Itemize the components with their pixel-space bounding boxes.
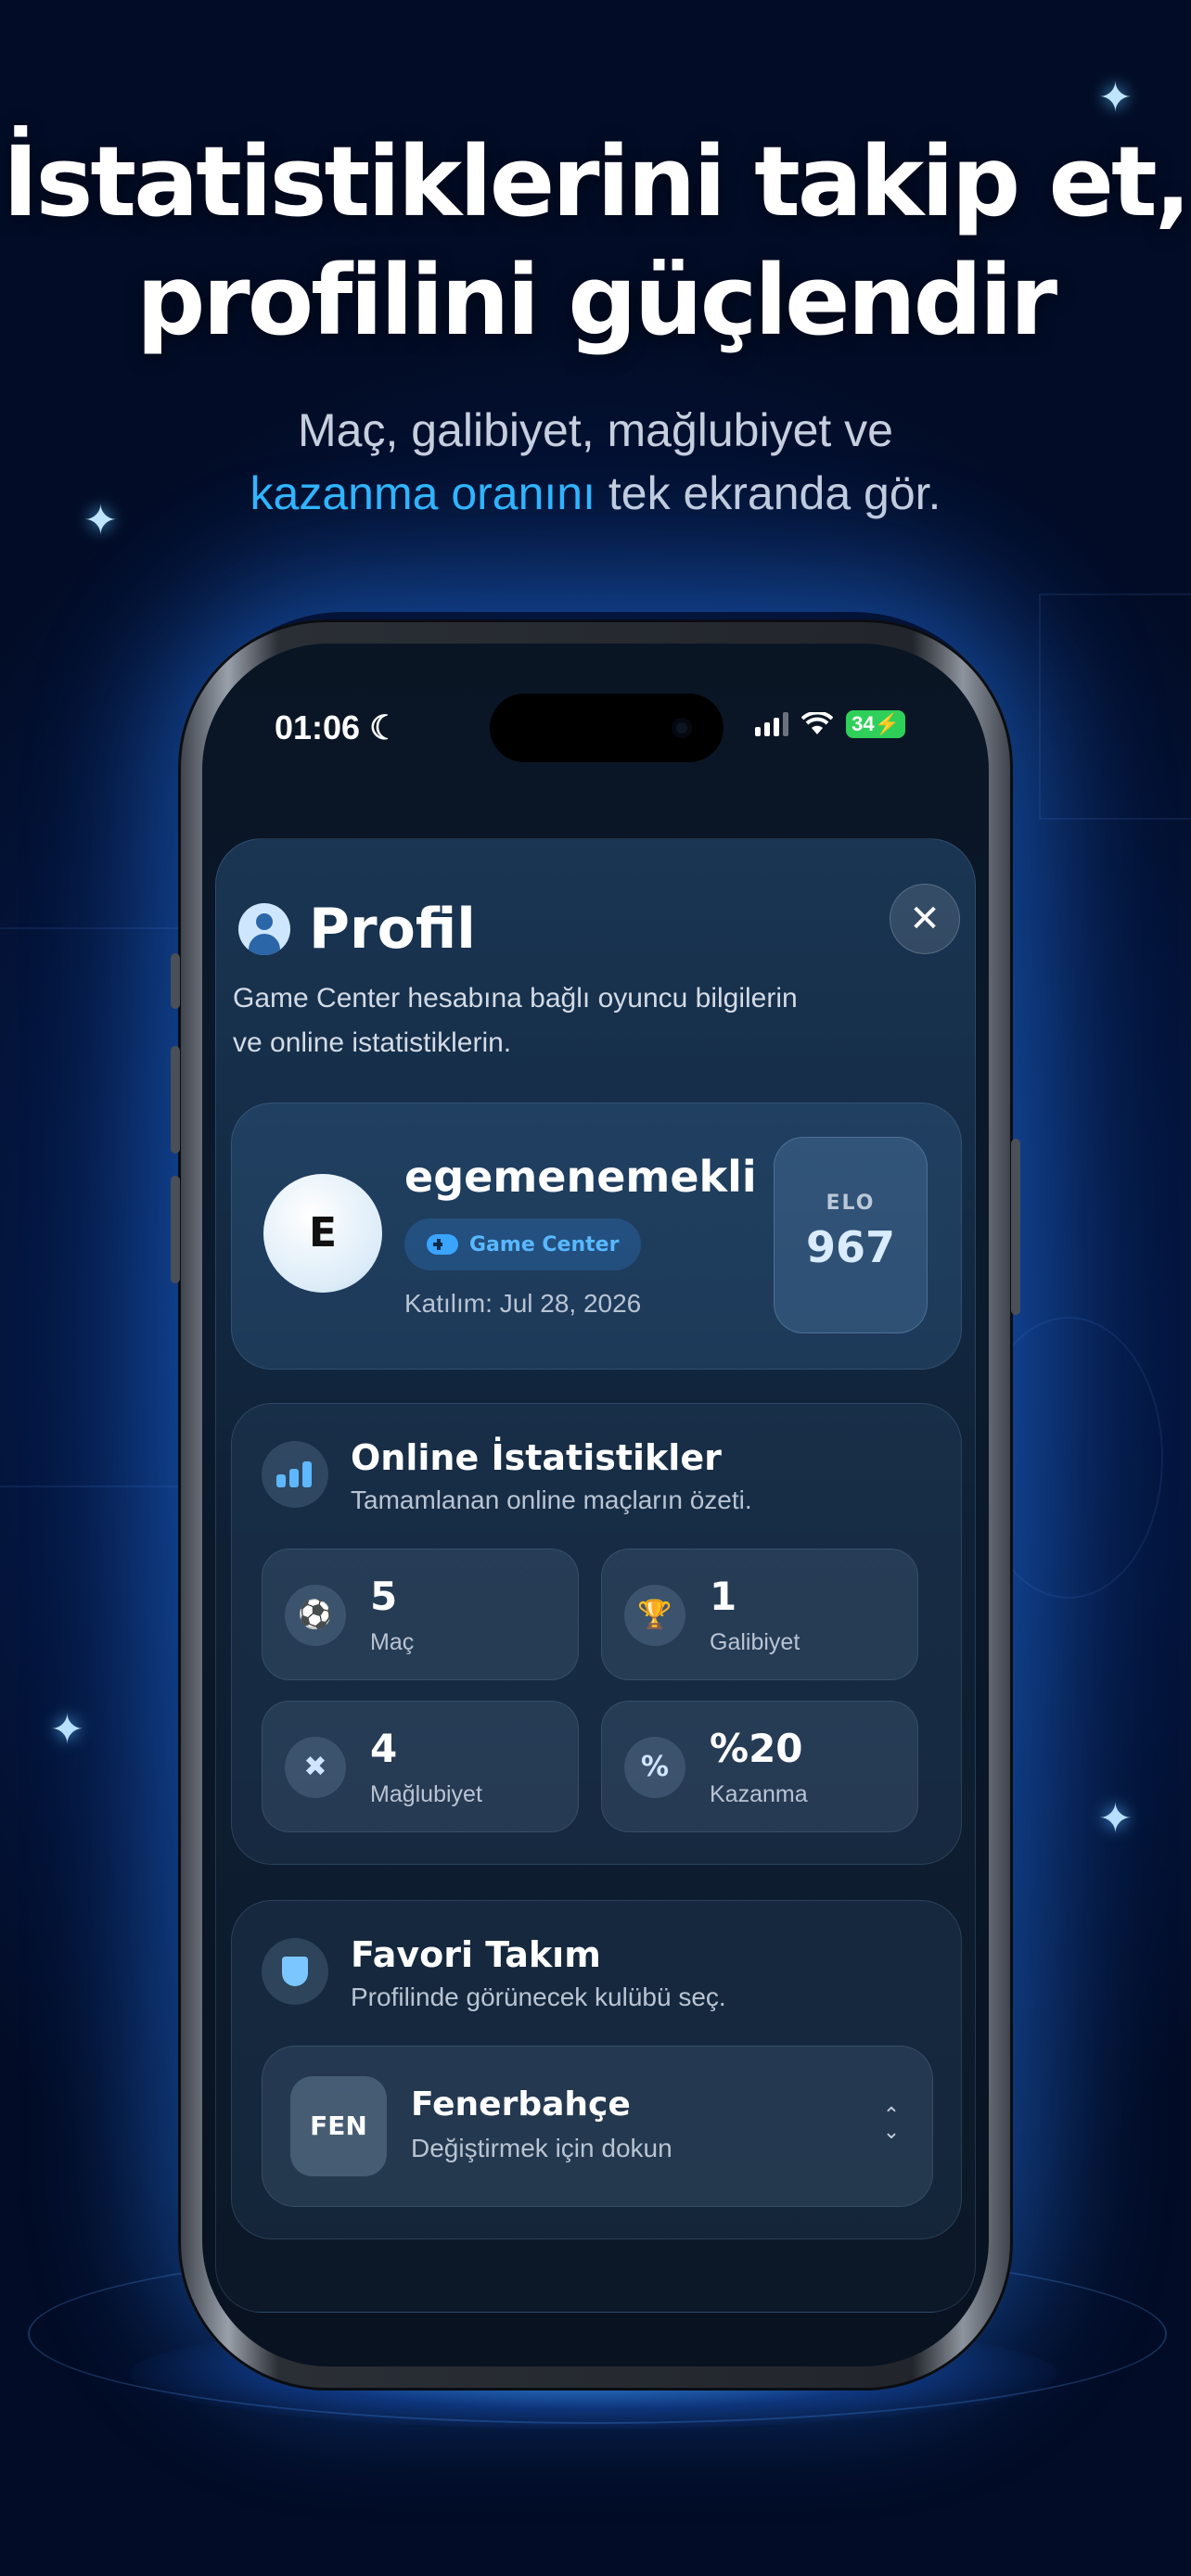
pitch-icon: ⚽ bbox=[285, 1585, 346, 1646]
stat-value: 1 bbox=[710, 1574, 737, 1619]
person-icon bbox=[238, 903, 290, 955]
stats-title: Online İstatistikler bbox=[351, 1437, 722, 1478]
phone-frame: 01:06 ☾ 34⚡ Profil ✕ Game Center hesabın… bbox=[171, 619, 1020, 2391]
x-shield-icon: ✖ bbox=[285, 1737, 346, 1798]
phone-screen: 01:06 ☾ 34⚡ Profil ✕ Game Center hesabın… bbox=[202, 644, 989, 2366]
game-center-badge: Game Center bbox=[404, 1218, 642, 1270]
stat-wins: 🏆 1 Galibiyet bbox=[601, 1549, 918, 1680]
online-stats-card: Online İstatistikler Tamamlanan online m… bbox=[231, 1403, 962, 1865]
volume-up-button bbox=[171, 1046, 180, 1154]
action-button bbox=[171, 953, 180, 1009]
status-icons: 34⚡ bbox=[755, 710, 905, 738]
subheadline-line-1: Maç, galibiyet, mağlubiyet ve bbox=[298, 404, 893, 456]
elo-value: 967 bbox=[805, 1222, 896, 1272]
moon-icon: ☾ bbox=[369, 708, 400, 746]
stat-win-rate: % %20 Kazanma bbox=[601, 1701, 918, 1832]
stat-value: 4 bbox=[370, 1726, 398, 1771]
headline-line-2: profilini güçlendir bbox=[135, 244, 1057, 357]
stat-value: 5 bbox=[370, 1574, 398, 1619]
sparkle-icon: ✦ bbox=[1098, 74, 1133, 121]
page-title: Profil bbox=[309, 897, 476, 962]
stat-value: %20 bbox=[710, 1726, 803, 1771]
stats-subtitle: Tamamlanan online maçların özeti. bbox=[351, 1486, 752, 1514]
gamepad-icon bbox=[427, 1234, 458, 1255]
team-name: Fenerbahçe bbox=[411, 2085, 631, 2123]
headline-line-1: İstatistiklerini takip et, bbox=[2, 125, 1191, 238]
pitch-line-left bbox=[0, 927, 189, 1487]
favorite-team-card: Favori Takım Profilinde görünecek kulübü… bbox=[231, 1900, 962, 2239]
bar-chart-icon bbox=[262, 1441, 328, 1508]
percent-icon: % bbox=[624, 1737, 685, 1798]
favorite-title: Favori Takım bbox=[351, 1934, 601, 1975]
stat-matches: ⚽ 5 Maç bbox=[262, 1549, 579, 1680]
battery-icon: 34⚡ bbox=[846, 710, 905, 738]
profile-description: Game Center hesabına bağlı oyuncu bilgil… bbox=[233, 983, 798, 1058]
profile-header: Profil bbox=[238, 897, 476, 962]
team-picker[interactable]: FEN Fenerbahçe Değiştirmek için dokun ⌃ ⌄ bbox=[262, 2046, 933, 2207]
stat-losses: ✖ 4 Mağlubiyet bbox=[262, 1701, 579, 1832]
sparkle-icon: ✦ bbox=[50, 1706, 84, 1753]
stat-label: Kazanma bbox=[710, 1781, 808, 1807]
status-time: 01:06 ☾ bbox=[275, 708, 400, 746]
trophy-icon: 🏆 bbox=[624, 1585, 685, 1646]
favorite-subtitle: Profilinde görünecek kulübü seç. bbox=[351, 1983, 726, 2011]
close-button[interactable]: ✕ bbox=[890, 884, 960, 954]
profile-sheet: Profil ✕ Game Center hesabına bağlı oyun… bbox=[215, 838, 976, 2313]
sparkle-icon: ✦ bbox=[1098, 1795, 1133, 1843]
username: egemenemekli bbox=[404, 1152, 757, 1202]
team-badge: FEN bbox=[290, 2076, 387, 2176]
camera-icon bbox=[672, 718, 692, 738]
subheadline-highlight: kazanma oranını bbox=[250, 467, 596, 519]
headline: İstatistiklerini takip et, profilini güç… bbox=[0, 122, 1191, 360]
joined-date: Katılım: Jul 28, 2026 bbox=[404, 1289, 642, 1318]
wifi-icon bbox=[801, 712, 834, 734]
power-button bbox=[1011, 1139, 1020, 1315]
shield-icon bbox=[262, 1938, 328, 2005]
stat-label: Galibiyet bbox=[710, 1629, 800, 1655]
stat-label: Maç bbox=[370, 1629, 415, 1655]
volume-down-button bbox=[171, 1176, 180, 1283]
elo-label: ELO bbox=[826, 1192, 876, 1215]
pitch-line-right bbox=[1039, 593, 1191, 820]
chevron-up-down-icon: ⌃ ⌄ bbox=[882, 2104, 901, 2144]
game-center-label: Game Center bbox=[469, 1232, 620, 1256]
player-card: E egemenemekli Game Center Katılım: Jul … bbox=[231, 1103, 962, 1370]
stat-label: Mağlubiyet bbox=[370, 1781, 482, 1807]
subheadline-line-2: kazanma oranını tek ekranda gör. bbox=[0, 462, 1191, 525]
team-hint: Değiştirmek için dokun bbox=[411, 2134, 672, 2162]
subheadline: Maç, galibiyet, mağlubiyet ve kazanma or… bbox=[0, 399, 1191, 525]
elo-box: ELO 967 bbox=[774, 1137, 928, 1333]
dynamic-island bbox=[490, 694, 724, 762]
subheadline-rest: tek ekranda gör. bbox=[595, 467, 941, 519]
avatar: E bbox=[263, 1174, 382, 1293]
signal-icon bbox=[755, 712, 789, 736]
